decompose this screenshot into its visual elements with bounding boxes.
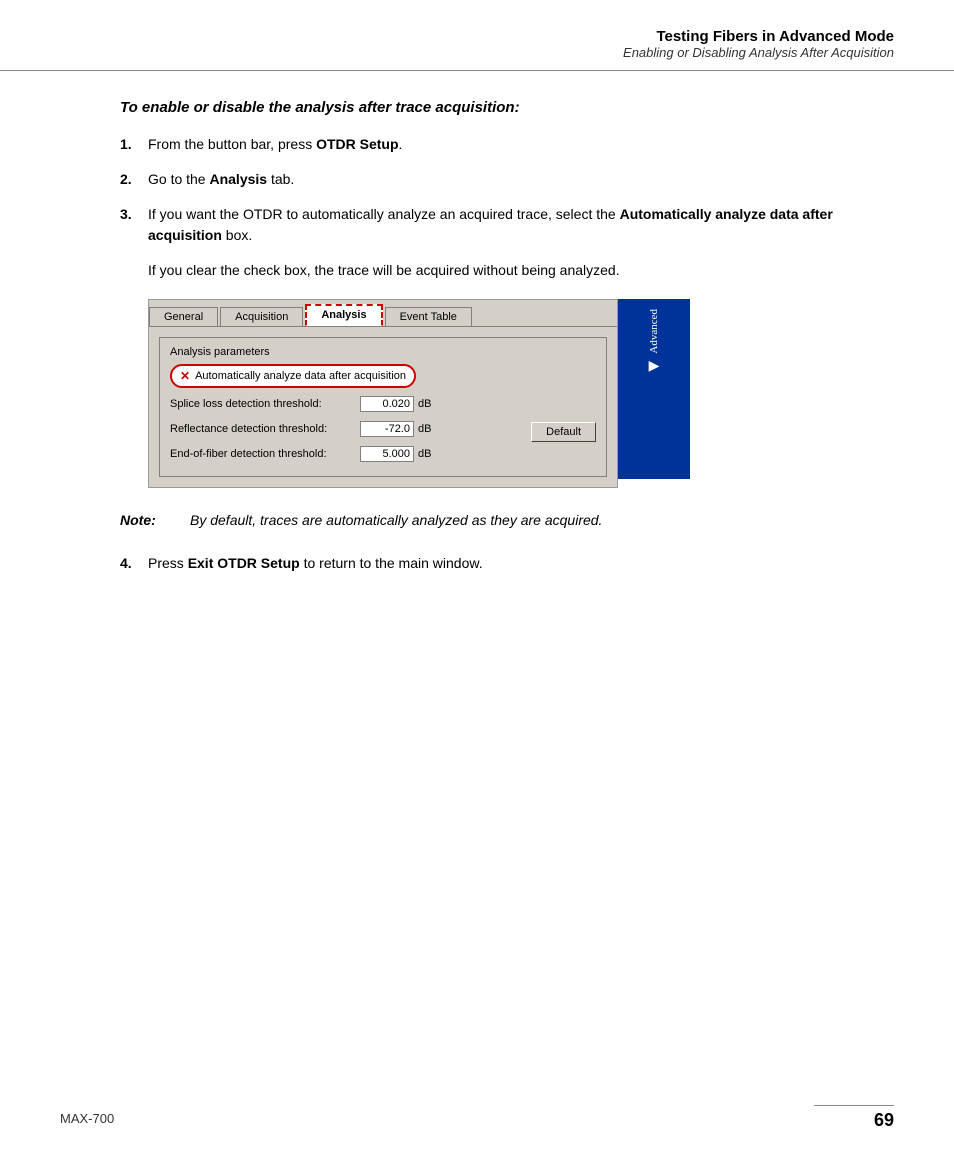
threshold-value-eof[interactable] bbox=[360, 446, 414, 462]
header-subtitle: Enabling or Disabling Analysis After Acq… bbox=[60, 45, 894, 60]
dialog-screenshot: General Acquisition Analysis Event Table… bbox=[148, 299, 618, 488]
threshold-row-eof: End-of-fiber detection threshold: dB bbox=[170, 446, 596, 462]
page-footer: MAX-700 69 bbox=[0, 1105, 954, 1131]
dialog-tabs-row: General Acquisition Analysis Event Table bbox=[149, 300, 617, 327]
section-heading: To enable or disable the analysis after … bbox=[120, 99, 854, 116]
step-4-text-before: Press bbox=[148, 555, 188, 571]
step-2: 2. Go to the Analysis tab. bbox=[120, 169, 854, 190]
step-2-content: Go to the Analysis tab. bbox=[148, 169, 854, 190]
step-1: 1. From the button bar, press OTDR Setup… bbox=[120, 134, 854, 155]
threshold-value-splice[interactable] bbox=[360, 396, 414, 412]
step-3: 3. If you want the OTDR to automatically… bbox=[120, 204, 854, 246]
tab-event-table[interactable]: Event Table bbox=[385, 307, 472, 326]
tab-analysis[interactable]: Analysis bbox=[305, 304, 382, 326]
checkbox-x-icon: ✕ bbox=[180, 369, 190, 383]
step-4-number: 4. bbox=[120, 553, 148, 574]
step4-list: 4. Press Exit OTDR Setup to return to th… bbox=[120, 553, 854, 574]
step-4: 4. Press Exit OTDR Setup to return to th… bbox=[120, 553, 854, 574]
extra-paragraph: If you clear the check box, the trace wi… bbox=[148, 260, 854, 281]
threshold-unit-eof: dB bbox=[418, 448, 431, 460]
default-button[interactable]: Default bbox=[531, 422, 596, 442]
step-3-content: If you want the OTDR to automatically an… bbox=[148, 204, 854, 246]
tab-acquisition[interactable]: Acquisition bbox=[220, 307, 303, 326]
steps-list: 1. From the button bar, press OTDR Setup… bbox=[120, 134, 854, 246]
threshold-label-eof: End-of-fiber detection threshold: bbox=[170, 448, 360, 460]
header-title: Testing Fibers in Advanced Mode bbox=[60, 28, 894, 45]
footer-page-number: 69 bbox=[874, 1110, 894, 1131]
threshold-label-reflectance: Reflectance detection threshold: bbox=[170, 423, 360, 435]
threshold-unit-splice: dB bbox=[418, 398, 431, 410]
note-text: By default, traces are automatically ana… bbox=[190, 510, 854, 531]
analysis-params-title: Analysis parameters bbox=[170, 346, 596, 358]
threshold-row-reflectance: Reflectance detection threshold: dB Defa… bbox=[170, 416, 596, 442]
step-1-text-before: From the button bar, press bbox=[148, 136, 316, 152]
auto-analyze-checkbox-row[interactable]: ✕ Automatically analyze data after acqui… bbox=[170, 364, 416, 388]
note-block: Note: By default, traces are automatical… bbox=[120, 510, 854, 531]
footer-right: 69 bbox=[814, 1105, 894, 1131]
screenshot-container: General Acquisition Analysis Event Table… bbox=[148, 299, 854, 488]
step-4-bold: Exit OTDR Setup bbox=[188, 555, 300, 571]
step-3-number: 3. bbox=[120, 204, 148, 225]
step-4-text-after: to return to the main window. bbox=[300, 555, 483, 571]
advanced-panel: Advanced ▶ bbox=[618, 299, 690, 479]
step-4-content: Press Exit OTDR Setup to return to the m… bbox=[148, 553, 854, 574]
footer-line bbox=[814, 1105, 894, 1106]
step-1-text-after: . bbox=[399, 136, 403, 152]
checkbox-label: Automatically analyze data after acquisi… bbox=[195, 370, 406, 382]
step-1-number: 1. bbox=[120, 134, 148, 155]
page-container: Testing Fibers in Advanced Mode Enabling… bbox=[0, 0, 954, 1159]
threshold-unit-reflectance: dB bbox=[418, 423, 431, 435]
threshold-row-splice: Splice loss detection threshold: dB bbox=[170, 396, 596, 412]
dialog-body: Analysis parameters ✕ Automatically anal… bbox=[149, 327, 617, 487]
note-label: Note: bbox=[120, 510, 190, 531]
threshold-label-splice: Splice loss detection threshold: bbox=[170, 398, 360, 410]
step-1-content: From the button bar, press OTDR Setup. bbox=[148, 134, 854, 155]
threshold-value-reflectance[interactable] bbox=[360, 421, 414, 437]
step-2-text-after: tab. bbox=[267, 171, 294, 187]
tab-general[interactable]: General bbox=[149, 307, 218, 326]
main-content: To enable or disable the analysis after … bbox=[0, 99, 954, 574]
default-btn-area: Default bbox=[531, 422, 596, 442]
page-header: Testing Fibers in Advanced Mode Enabling… bbox=[0, 0, 954, 71]
step-1-bold: OTDR Setup bbox=[316, 136, 398, 152]
step-2-bold: Analysis bbox=[209, 171, 267, 187]
analysis-params-group: Analysis parameters ✕ Automatically anal… bbox=[159, 337, 607, 477]
step-3-text-after: box. bbox=[222, 227, 252, 243]
step-3-text-before: If you want the OTDR to automatically an… bbox=[148, 206, 620, 222]
step-2-text-before: Go to the bbox=[148, 171, 209, 187]
step-2-number: 2. bbox=[120, 169, 148, 190]
footer-product: MAX-700 bbox=[60, 1111, 114, 1126]
advanced-panel-icon: ▶ bbox=[649, 358, 660, 375]
advanced-panel-label: Advanced bbox=[648, 309, 660, 354]
